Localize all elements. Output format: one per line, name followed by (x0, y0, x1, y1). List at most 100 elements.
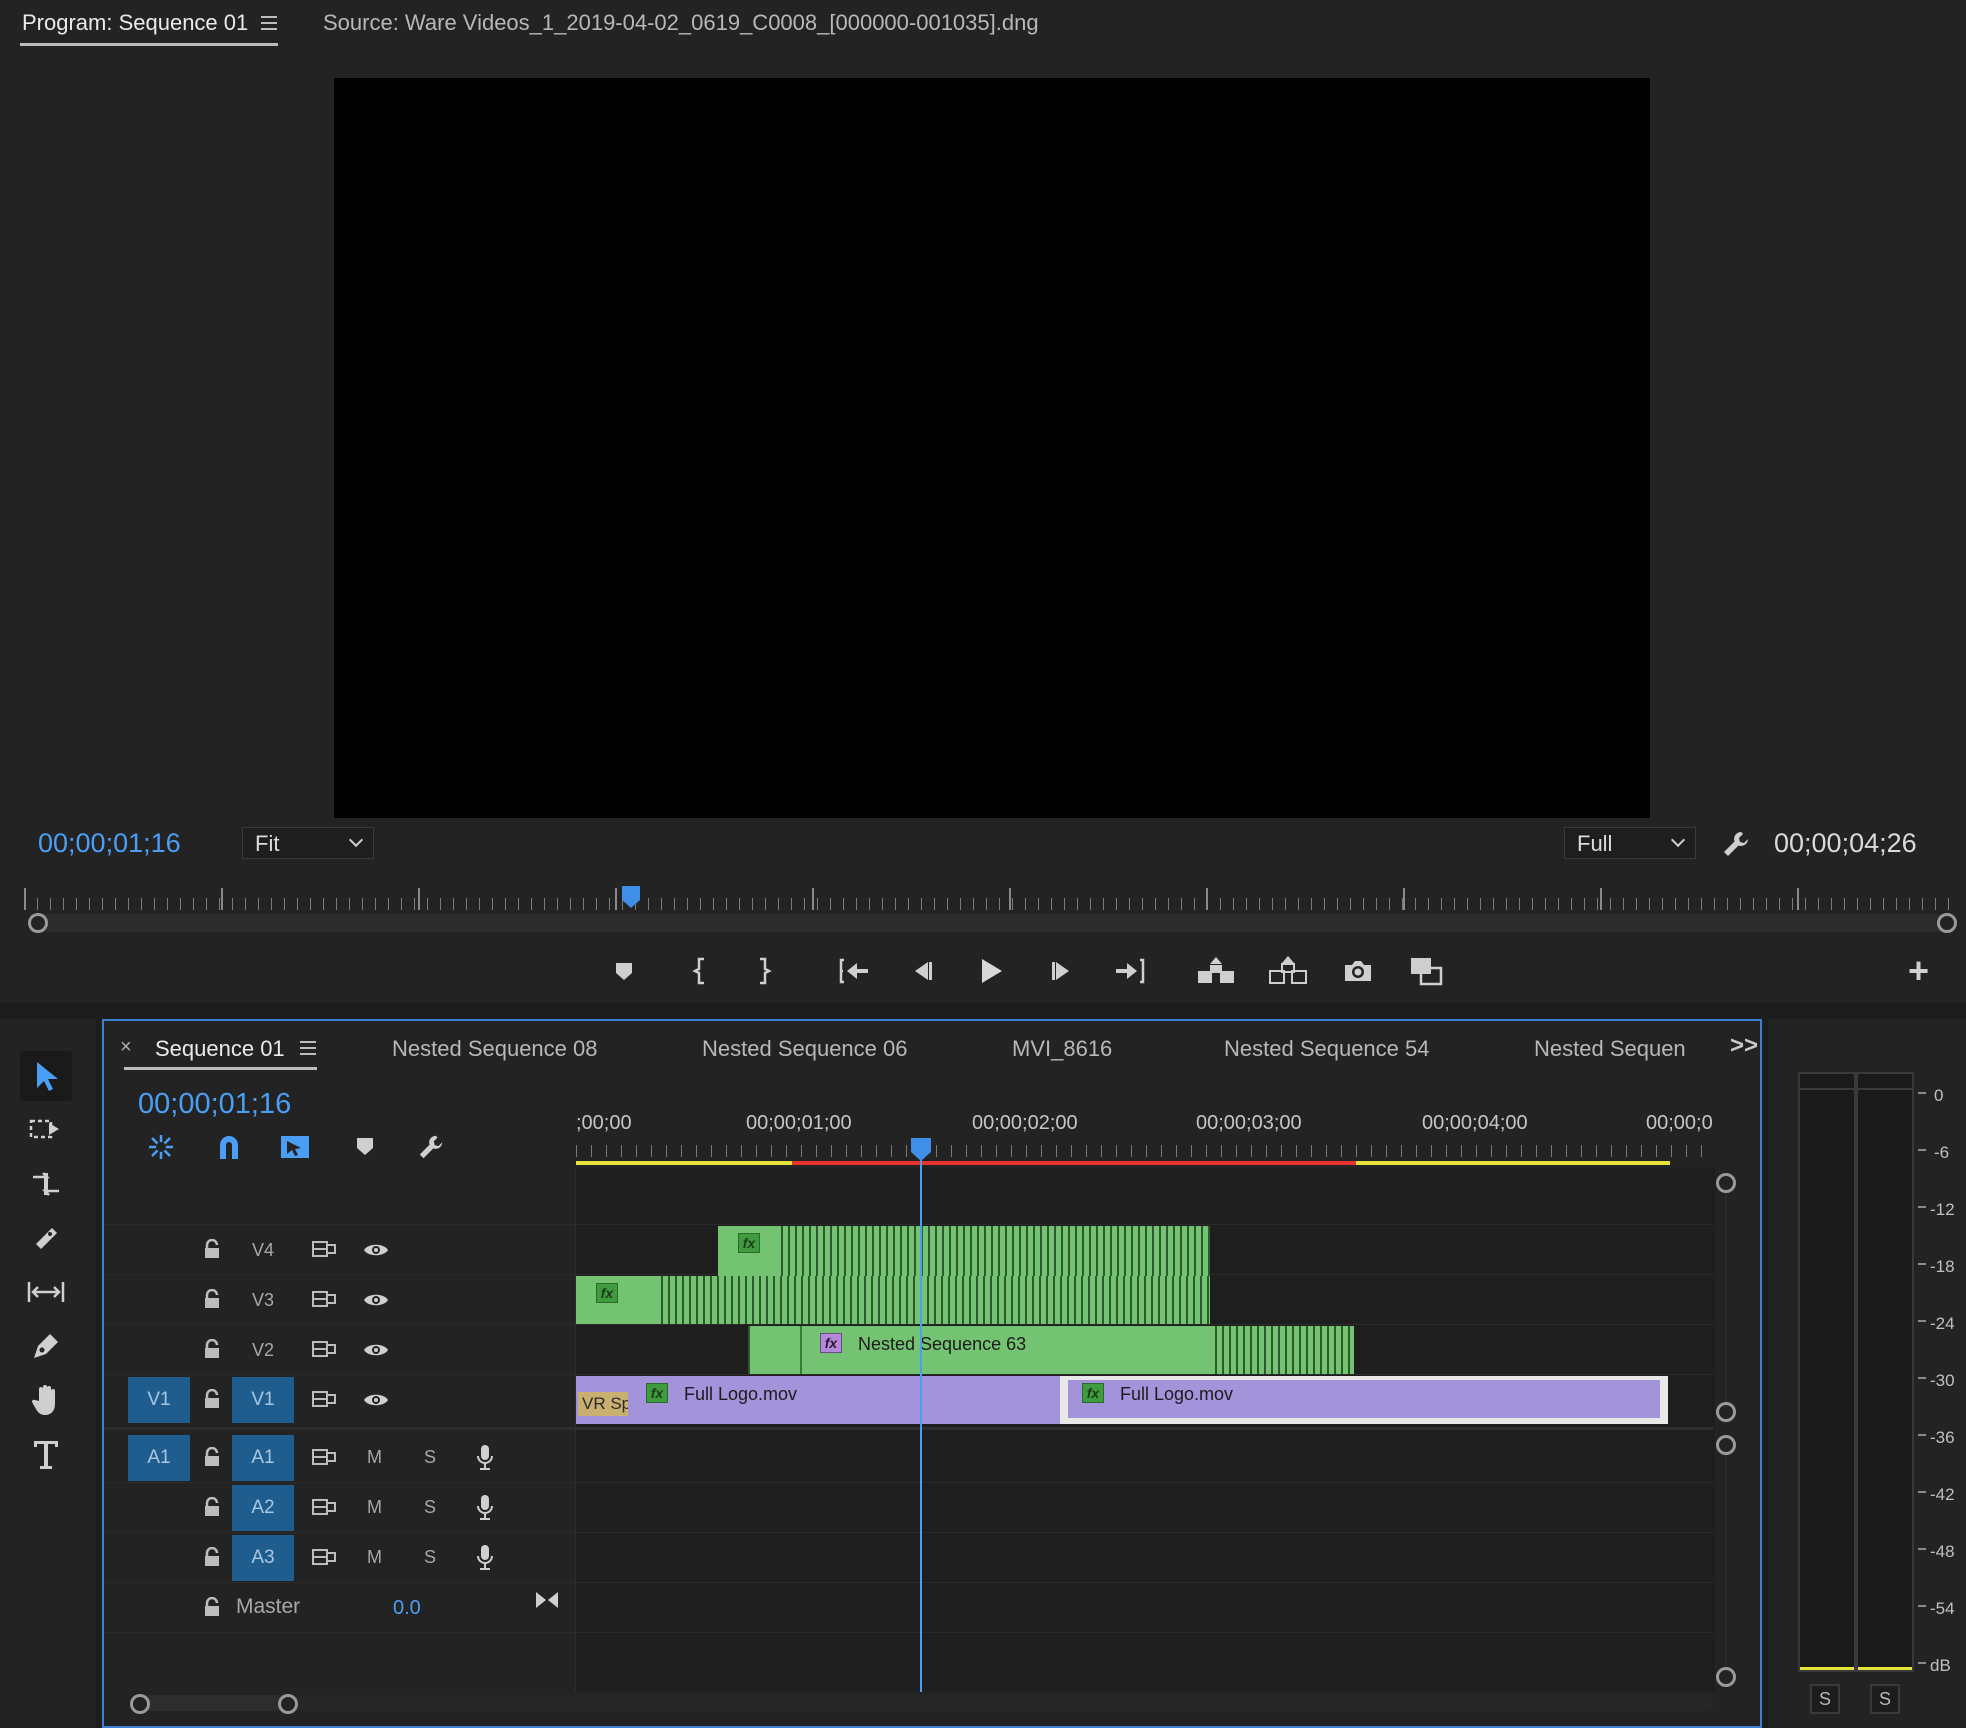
razor-tool-icon[interactable] (22, 1215, 70, 1261)
solo-button-a3[interactable]: S (424, 1547, 436, 1568)
timeline-hscroll-thumb[interactable] (140, 1695, 290, 1711)
snap-icon[interactable] (212, 1131, 246, 1163)
tab-nested-sequence-06[interactable]: Nested Sequence 06 (702, 1036, 908, 1062)
solo-button-a2[interactable]: S (424, 1497, 436, 1518)
lock-icon-v1[interactable] (200, 1387, 224, 1411)
type-tool-icon[interactable] (22, 1431, 70, 1477)
zoom-scrollbar-track[interactable] (30, 914, 1948, 932)
video-vscroll-bottom[interactable] (1716, 1402, 1736, 1422)
lock-icon-a3[interactable] (200, 1545, 224, 1569)
sync-lock-icon-a3[interactable] (310, 1545, 338, 1569)
track-target-a2[interactable]: A2 (232, 1485, 294, 1531)
timeline-add-marker-icon[interactable] (350, 1131, 380, 1163)
timeline-panel-menu-icon[interactable] (300, 1041, 316, 1055)
source-patch-a1[interactable]: A1 (128, 1435, 190, 1481)
microphone-icon-a2[interactable] (472, 1492, 498, 1522)
track-select-forward-tool-icon[interactable] (22, 1107, 70, 1153)
tab-program[interactable]: Program: Sequence 01 (22, 10, 248, 36)
eye-icon-v3[interactable] (362, 1288, 390, 1312)
play-icon[interactable] (974, 953, 1008, 989)
master-volume-value[interactable]: 0.0 (393, 1597, 421, 1620)
mute-button-a1[interactable]: M (367, 1447, 382, 1468)
lock-icon-a1[interactable] (200, 1445, 224, 1469)
program-current-timecode[interactable]: 00;00;01;16 (38, 828, 181, 859)
add-button[interactable]: + (1908, 950, 1929, 992)
lock-icon-v2[interactable] (200, 1337, 224, 1361)
lock-icon-v4[interactable] (200, 1237, 224, 1261)
comparison-view-icon[interactable] (1406, 953, 1446, 989)
fit-select[interactable]: Fit (242, 827, 374, 859)
sync-lock-icon-a2[interactable] (310, 1495, 338, 1519)
sync-lock-icon-a1[interactable] (310, 1445, 338, 1469)
solo-button-a1[interactable]: S (424, 1447, 436, 1468)
tab-nested-sequence-truncated[interactable]: Nested Sequen (1534, 1036, 1686, 1062)
step-forward-icon[interactable] (1046, 955, 1078, 987)
panel-menu-icon[interactable] (261, 16, 277, 30)
timeline-playhead-handle[interactable] (910, 1137, 932, 1161)
lock-icon-a2[interactable] (200, 1495, 224, 1519)
sync-lock-icon-v1[interactable] (310, 1387, 338, 1411)
mark-out-icon[interactable] (748, 955, 780, 987)
track-target-a3[interactable]: A3 (232, 1535, 294, 1581)
timeline-hscroll-right-handle[interactable] (278, 1694, 298, 1714)
resolution-select[interactable]: Full (1564, 827, 1696, 859)
meter-solo-left[interactable]: S (1810, 1684, 1840, 1714)
sequence-current-timecode[interactable]: 00;00;01;16 (138, 1088, 291, 1121)
go-to-in-icon[interactable] (836, 955, 872, 987)
clip-v3[interactable] (576, 1276, 1210, 1324)
video-vscroll-top[interactable] (1716, 1173, 1736, 1193)
lock-icon-v3[interactable] (200, 1287, 224, 1311)
step-back-icon[interactable] (906, 955, 938, 987)
program-viewer[interactable] (334, 78, 1650, 818)
master-expand-icon[interactable] (532, 1586, 562, 1614)
mute-button-a3[interactable]: M (367, 1547, 382, 1568)
audio-vscroll-track[interactable] (1725, 1455, 1727, 1672)
video-vscroll-track[interactable] (1725, 1193, 1727, 1407)
extract-icon[interactable] (1268, 953, 1308, 989)
meter-solo-right[interactable]: S (1870, 1684, 1900, 1714)
selection-tool-icon[interactable] (20, 1051, 72, 1101)
zoom-handle-left[interactable] (28, 913, 48, 933)
time-ruler-ticks[interactable] (576, 1145, 1716, 1157)
camera-icon[interactable] (1338, 953, 1378, 989)
wrench-icon[interactable] (1718, 826, 1754, 862)
program-playhead[interactable] (620, 884, 640, 908)
source-patch-v1[interactable]: V1 (128, 1377, 190, 1423)
tab-overflow-button[interactable]: >> (1730, 1032, 1758, 1060)
pen-tool-icon[interactable] (22, 1323, 70, 1369)
tab-source[interactable]: Source: Ware Videos_1_2019-04-02_0619_C0… (323, 10, 1039, 36)
zoom-handle-right[interactable] (1937, 913, 1957, 933)
ripple-edit-tool-icon[interactable] (22, 1161, 70, 1207)
timeline-hscroll-track[interactable] (140, 1695, 1714, 1711)
sync-lock-icon-v3[interactable] (310, 1287, 338, 1311)
microphone-icon-a1[interactable] (472, 1442, 498, 1472)
timeline-playhead-line[interactable] (920, 1152, 922, 1692)
mark-in-icon[interactable] (684, 955, 716, 987)
tab-mvi-8616[interactable]: MVI_8616 (1012, 1036, 1112, 1062)
microphone-icon-a3[interactable] (472, 1542, 498, 1572)
lift-icon[interactable] (1196, 953, 1236, 989)
clip-v2-tail[interactable] (1210, 1326, 1354, 1374)
sync-lock-icon-v4[interactable] (310, 1237, 338, 1261)
timeline-settings-wrench-icon[interactable] (414, 1131, 448, 1163)
lock-icon-master[interactable] (200, 1595, 224, 1619)
slip-tool-icon[interactable] (22, 1269, 70, 1315)
timeline-hscroll-left-handle[interactable] (130, 1694, 150, 1714)
audio-vscroll-top[interactable] (1716, 1435, 1736, 1455)
add-marker-icon[interactable] (608, 955, 640, 987)
track-target-v1[interactable]: V1 (232, 1377, 294, 1423)
linked-selection-icon[interactable] (278, 1131, 312, 1163)
eye-icon-v1[interactable] (362, 1388, 390, 1412)
tab-nested-sequence-08[interactable]: Nested Sequence 08 (392, 1036, 598, 1062)
insert-overwrite-nest-icon[interactable] (144, 1131, 178, 1163)
mute-button-a2[interactable]: M (367, 1497, 382, 1518)
sync-lock-icon-v2[interactable] (310, 1337, 338, 1361)
audio-vscroll-bottom[interactable] (1716, 1667, 1736, 1687)
tab-nested-sequence-54[interactable]: Nested Sequence 54 (1224, 1036, 1430, 1062)
tab-sequence-01[interactable]: Sequence 01 (155, 1036, 285, 1062)
eye-icon-v4[interactable] (362, 1238, 390, 1262)
close-tab-icon[interactable]: × (120, 1036, 132, 1059)
eye-icon-v2[interactable] (362, 1338, 390, 1362)
hand-tool-icon[interactable] (22, 1377, 70, 1423)
track-target-a1[interactable]: A1 (232, 1435, 294, 1481)
